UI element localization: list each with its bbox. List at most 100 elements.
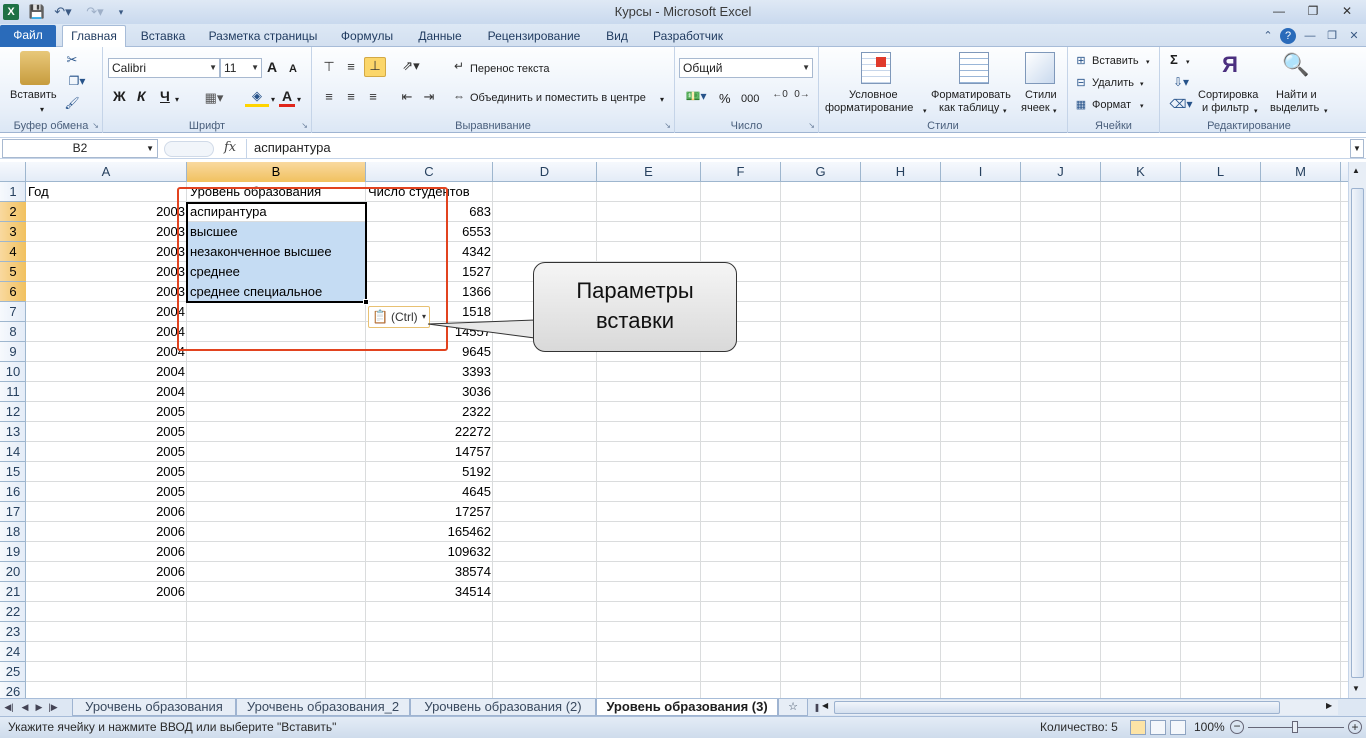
cell-student-count[interactable]: 165462 [366,522,493,542]
cell-year[interactable]: 2003 [26,262,187,282]
page-break-view-icon[interactable] [1170,720,1186,735]
column-header-h[interactable]: H [861,162,941,182]
sheet-tab-3[interactable]: Урочвень образования (2) [410,699,596,716]
fill-color-dropdown-icon[interactable]: ▾ [271,93,275,106]
paste-icon[interactable] [20,51,50,85]
find-select-icon[interactable]: 🔍 [1280,52,1312,84]
sort-filter-dropdown-icon[interactable]: ▾ [1254,105,1258,118]
cell-year[interactable]: 2005 [26,402,187,422]
row-header-12[interactable]: 12 [0,402,26,422]
prev-sheet-icon[interactable]: ◀ [18,700,32,715]
paste-dropdown-icon[interactable]: ▾ [40,103,44,116]
insert-sheet-icon[interactable]: ☆ [778,699,808,716]
insert-cells-button[interactable]: Вставить [1092,55,1139,68]
cell-student-count[interactable]: 38574 [366,562,493,582]
column-header-c[interactable]: C [366,162,493,182]
formula-input[interactable]: аспирантура [246,139,1350,158]
cell-styles-line2[interactable]: ячеек [1021,102,1050,115]
cell-year[interactable]: 2006 [26,542,187,562]
font-launcher-icon[interactable]: ↘ [301,121,308,130]
format-as-table-line1[interactable]: Форматировать [931,89,1011,102]
row-header-2[interactable]: 2 [0,202,26,222]
row-header-10[interactable]: 10 [0,362,26,382]
close-icon[interactable]: ✕ [1334,2,1360,20]
last-sheet-icon[interactable]: |▶ [46,700,60,715]
sort-filter-line2[interactable]: и фильтр [1202,102,1249,115]
tab-formulas[interactable]: Формулы [334,26,400,47]
tab-view[interactable]: Вид [598,26,636,47]
scroll-up-icon[interactable]: ▲ [1352,166,1360,175]
align-right-icon[interactable]: ≡ [364,89,382,104]
delete-cells-icon[interactable]: ⊟ [1074,76,1088,89]
align-top-icon[interactable]: ⊤ [320,59,338,75]
row-header-25[interactable]: 25 [0,662,26,682]
row-header-16[interactable]: 16 [0,482,26,502]
sheet-tab-active[interactable]: Уровень образования (3) [596,699,778,716]
decrease-indent-icon[interactable]: ⇤ [398,89,416,105]
page-layout-view-icon[interactable] [1150,720,1166,735]
sort-filter-icon[interactable]: Я [1214,52,1246,84]
bold-button[interactable]: Ж [113,89,126,103]
cell-year[interactable]: 2003 [26,202,187,222]
number-launcher-icon[interactable]: ↘ [808,121,815,130]
scroll-left-icon[interactable]: ◀ [822,701,828,710]
insert-cells-dropdown-icon[interactable]: ▾ [1146,56,1150,69]
format-painter-icon[interactable]: 🖌 [64,96,80,110]
merge-center-button[interactable]: Объединить и поместить в центре [470,92,646,105]
row-header-17[interactable]: 17 [0,502,26,522]
cell-styles-line1[interactable]: Стили [1025,89,1057,102]
autosum-button[interactable]: Σ [1170,53,1178,66]
find-select-dropdown-icon[interactable]: ▾ [1324,105,1328,118]
align-center-icon[interactable]: ≡ [342,89,360,104]
cell-student-count[interactable]: 4645 [366,482,493,502]
currency-icon[interactable]: 💵▾ [681,89,711,103]
name-box[interactable]: B2 ▼ [2,139,158,158]
paste-button[interactable]: Вставить [10,89,57,102]
column-header-d[interactable]: D [493,162,597,182]
align-left-icon[interactable]: ≡ [320,89,338,104]
column-header-e[interactable]: E [597,162,701,182]
cell-year[interactable]: 2004 [26,362,187,382]
font-color-icon[interactable]: A [279,88,295,107]
doc-close-icon[interactable]: ✕ [1346,28,1362,44]
cell-year[interactable]: 2006 [26,502,187,522]
merge-center-icon[interactable]: ⇔ [450,89,468,103]
underline-dropdown-icon[interactable]: ▾ [175,93,179,106]
insert-function-icon[interactable]: fx [224,140,236,155]
zoom-level[interactable]: 100% [1194,720,1225,734]
doc-minimize-icon[interactable]: — [1302,28,1318,44]
clear-icon[interactable]: ⌫▾ [1168,97,1194,111]
delete-cells-button[interactable]: Удалить [1092,77,1134,90]
format-as-table-line2[interactable]: как таблицу [939,102,999,115]
cell-year[interactable]: 2006 [26,562,187,582]
tab-home[interactable]: Главная [62,25,126,47]
conditional-formatting-line1[interactable]: Условное [849,89,898,102]
row-header-9[interactable]: 9 [0,342,26,362]
cell-year[interactable]: 2006 [26,582,187,602]
doc-restore-icon[interactable]: ❐ [1324,28,1340,44]
minimize-icon[interactable]: — [1266,2,1292,20]
row-header-8[interactable]: 8 [0,322,26,342]
column-header-i[interactable]: I [941,162,1021,182]
tab-data[interactable]: Данные [410,26,470,47]
row-header-7[interactable]: 7 [0,302,26,322]
cell-year[interactable]: 2005 [26,482,187,502]
cell-year[interactable]: 2004 [26,342,187,362]
sheet-tab-1[interactable]: Урочвень образования [72,699,236,716]
first-sheet-icon[interactable]: ◀| [2,700,16,715]
help-icon[interactable]: ? [1280,28,1296,44]
copy-icon[interactable]: ❐▾ [64,74,90,88]
restore-icon[interactable]: ❐ [1300,2,1326,20]
format-as-table-icon[interactable] [959,52,989,84]
orientation-icon[interactable]: ⇗▾ [398,58,424,74]
fill-icon[interactable]: ⇩▾ [1168,75,1194,89]
minimize-ribbon-icon[interactable]: ⌃ [1260,28,1276,44]
decrease-decimal-icon[interactable]: 0→ [793,89,811,100]
format-cells-icon[interactable]: ▦ [1074,98,1088,111]
row-header-19[interactable]: 19 [0,542,26,562]
vertical-scroll-thumb[interactable] [1351,188,1364,678]
cell-year[interactable]: 2004 [26,322,187,342]
conditional-formatting-line2[interactable]: форматирование [825,102,913,115]
tab-developer[interactable]: Разработчик [646,26,730,47]
zoom-out-icon[interactable]: − [1230,720,1244,734]
